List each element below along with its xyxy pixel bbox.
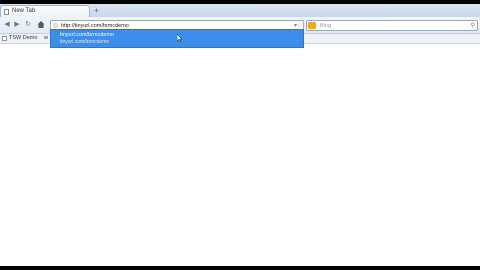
- home-icon-glyph: [37, 21, 45, 28]
- back-icon[interactable]: ◀: [3, 21, 11, 29]
- suggestion-url: tinyurl.com/brmcdemo: [60, 39, 110, 45]
- page-content: [0, 44, 480, 266]
- site-icon: [53, 23, 58, 28]
- tab-label: New Tab: [12, 8, 36, 14]
- search-bar[interactable]: Bing ⚲: [306, 20, 478, 31]
- suggestion-title: tinyurl.com/brmcdemo: [60, 32, 115, 38]
- home-icon[interactable]: [37, 20, 45, 29]
- forward-icon[interactable]: ▶: [13, 21, 21, 29]
- tab-strip: New Tab +: [0, 4, 480, 17]
- reload-icon[interactable]: ↻: [24, 21, 32, 29]
- bookmark-item[interactable]: w: [44, 35, 48, 42]
- search-engine-icon[interactable]: [308, 22, 316, 29]
- new-tab-button[interactable]: +: [92, 7, 101, 15]
- search-input[interactable]: Bing: [320, 22, 331, 30]
- page-icon: [4, 9, 9, 15]
- browser-window: New Tab + ◀ ▶ ↻ http://tinyurl.com/brmcd…: [0, 4, 480, 266]
- bookmark-tsw-demo[interactable]: TSW Demo: [9, 35, 37, 42]
- tab-new-tab[interactable]: New Tab: [0, 5, 90, 17]
- search-icon[interactable]: ⚲: [471, 22, 475, 30]
- bookmark-page-icon: [2, 36, 7, 41]
- mouse-pointer-icon: [177, 34, 182, 42]
